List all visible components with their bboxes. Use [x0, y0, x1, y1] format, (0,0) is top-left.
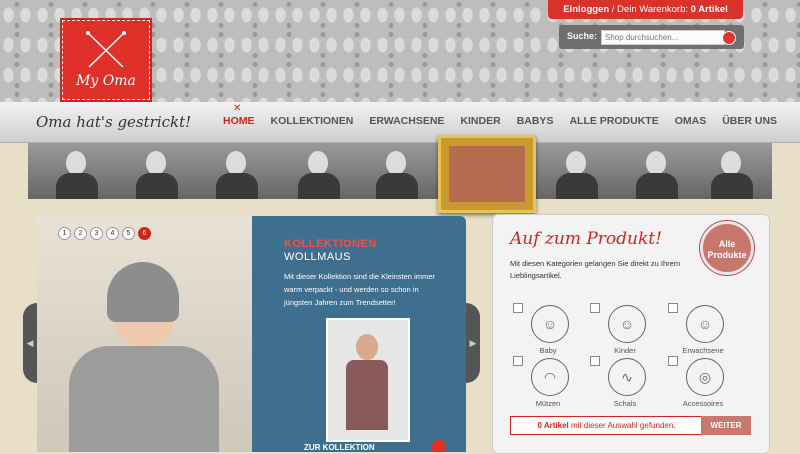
slogan: Oma hat's gestrickt! [36, 113, 192, 131]
children-icon: ☺ [608, 305, 646, 343]
scarf-icon: ∿ [608, 358, 646, 396]
category-label: Baby [539, 346, 557, 355]
account-bar: Einloggen / Dein Warenkorb: 0 Artikel [548, 0, 743, 19]
category-label: Schals [613, 399, 637, 408]
hat-icon: ◠ [531, 358, 569, 396]
category-checkbox[interactable] [590, 356, 600, 366]
result-count: 0 Artikel mit dieser Auswahl gefunden. [510, 416, 703, 435]
oma-photo[interactable] [208, 145, 268, 199]
category-label: Accessoires [682, 399, 724, 408]
category-schals[interactable]: ∿ Schals [590, 356, 660, 416]
yarn-icon: ◎ [686, 358, 724, 396]
slider-dot-active[interactable]: 6 [138, 227, 151, 240]
oma-photo[interactable] [628, 145, 688, 199]
omas-photo-strip[interactable] [28, 143, 772, 199]
login-link[interactable]: Einloggen [563, 4, 609, 15]
baby-icon: ☺ [531, 305, 569, 343]
adults-icon: ☺ [686, 305, 724, 343]
result-number: 0 Artikel [537, 421, 569, 430]
main-nav: ✕ HOME KOLLEKTIONEN ERWACHSENE KINDER BAB… [223, 103, 777, 127]
weiter-button[interactable]: WEITER [701, 416, 751, 435]
oma-photo[interactable] [48, 145, 108, 199]
slide-info-panel: KOLLEKTIONEN WOLLMAUS Mit dieser Kollekt… [252, 216, 466, 452]
slider-next-arrow[interactable]: ▶ [466, 303, 480, 383]
category-kinder[interactable]: ☺ Kinder [590, 303, 660, 363]
nav-bar: Oma hat's gestrickt! ✕ HOME KOLLEKTIONEN … [0, 102, 800, 143]
search-box: Suche: [559, 25, 744, 49]
slide-photo [37, 216, 252, 452]
hero-slider: 1 2 3 4 5 6 KOLLEKTIONEN WOLLMAUS Mit di… [37, 216, 466, 452]
all-products-badge[interactable]: Alle Produkte [700, 221, 754, 275]
slide-title: KOLLEKTIONEN [284, 238, 377, 250]
category-erwachsene[interactable]: ☺ Erwachsene [668, 303, 738, 363]
nav-home-label: HOME [223, 115, 255, 127]
slider-dot[interactable]: 1 [58, 227, 71, 240]
result-text: mit dieser Auswahl gefunden. [571, 421, 676, 430]
category-label: Kinder [614, 346, 636, 355]
category-muetzen[interactable]: ◠ Mützen [513, 356, 583, 416]
logo-text: My Oma [76, 73, 136, 89]
finder-description: Mit diesen Kategorien gelangen Sie direk… [510, 259, 681, 280]
collection-link[interactable]: ZUR KOLLEKTION [304, 443, 375, 452]
slider-dots: 1 2 3 4 5 6 [58, 227, 151, 240]
nav-babys[interactable]: BABYS [517, 115, 554, 127]
search-icon[interactable] [722, 31, 736, 45]
category-accessoires[interactable]: ◎ Accessoires [668, 356, 738, 416]
nav-ueber-uns[interactable]: ÜBER UNS [722, 115, 777, 127]
nav-kollektionen[interactable]: KOLLEKTIONEN [271, 115, 354, 127]
knitting-needles-icon [86, 31, 126, 68]
slide-description: Mit dieser Kollektion sind die Kleinsten… [284, 272, 435, 307]
logo[interactable]: My Oma [60, 18, 152, 102]
slider-dot[interactable]: 4 [106, 227, 119, 240]
category-checkbox[interactable] [513, 356, 523, 366]
model-photo [326, 318, 410, 442]
nav-alle-produkte[interactable]: ALLE PRODUKTE [569, 115, 658, 127]
category-checkbox[interactable] [513, 303, 523, 313]
nav-erwachsene[interactable]: ERWACHSENE [369, 115, 444, 127]
nav-kinder[interactable]: KINDER [460, 115, 500, 127]
category-checkbox[interactable] [668, 303, 678, 313]
product-finder: Auf zum Produkt! Mit diesen Kategorien g… [492, 214, 770, 454]
category-checkbox[interactable] [668, 356, 678, 366]
oma-photo[interactable] [290, 145, 350, 199]
nav-home[interactable]: ✕ HOME [223, 103, 255, 127]
oma-photo[interactable] [703, 145, 763, 199]
search-label: Suche: [567, 31, 598, 41]
cart-prefix: / Dein Warenkorb: [611, 4, 688, 15]
search-input[interactable] [601, 30, 725, 45]
slider-dot[interactable]: 3 [90, 227, 103, 240]
slider-dot[interactable]: 5 [122, 227, 135, 240]
slider-prev-arrow[interactable]: ◀ [23, 303, 37, 383]
oma-photo[interactable] [128, 145, 188, 199]
category-checkbox[interactable] [590, 303, 600, 313]
category-label: Mützen [535, 399, 561, 408]
featured-oma-frame[interactable] [438, 135, 536, 213]
slide-subtitle: WOLLMAUS [284, 251, 351, 263]
slider-dot[interactable]: 2 [74, 227, 87, 240]
category-baby[interactable]: ☺ Baby [513, 303, 583, 363]
cart-count[interactable]: 0 Artikel [691, 4, 728, 15]
nav-omas[interactable]: OMAS [675, 115, 707, 127]
heart-icon [432, 440, 446, 452]
oma-photo[interactable] [548, 145, 608, 199]
finder-title: Auf zum Produkt! [510, 229, 662, 249]
needles-icon: ✕ [233, 103, 242, 114]
oma-photo[interactable] [368, 145, 428, 199]
category-label: Erwachsene [682, 346, 724, 355]
